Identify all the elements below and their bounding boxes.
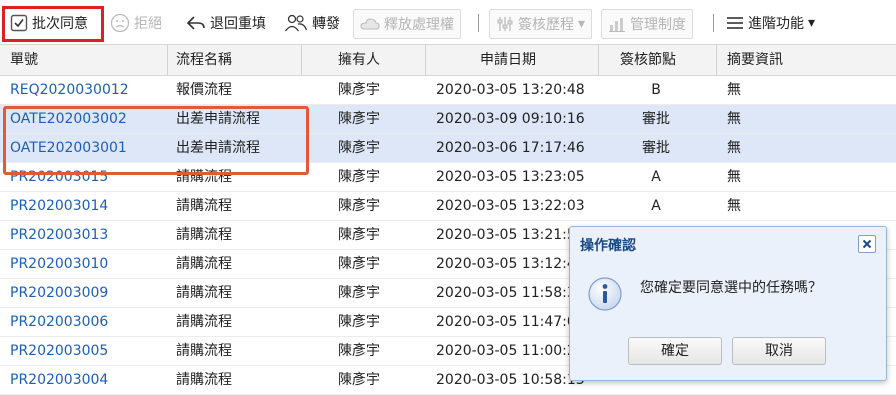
- cell-owner: 陳彥宇: [338, 140, 380, 156]
- cell-date: 2020-03-05 11:58:3: [436, 285, 576, 301]
- cell-node: A: [651, 169, 661, 185]
- highlight-selected-rows: [3, 106, 309, 175]
- cell-flow: 請購流程: [176, 227, 232, 243]
- cell-flow: 請購流程: [176, 314, 232, 330]
- cell-flow: 請購流程: [176, 285, 232, 301]
- toolbar: 批次同意 拒絕 退回重填 轉發 釋放處理權 簽核歷程 ▾ 管理制度 進階功能 ▾: [0, 0, 896, 44]
- cell-summary: 無: [727, 111, 741, 127]
- cell-id[interactable]: PR202003004: [10, 366, 108, 394]
- cell-date: 2020-03-05 11:00:2: [436, 343, 576, 359]
- cell-id[interactable]: REQ2020030012: [10, 76, 129, 104]
- column-divider: [301, 45, 302, 75]
- cell-owner: 陳彥宇: [338, 82, 380, 98]
- cell-owner: 陳彥宇: [338, 314, 380, 330]
- column-divider: [425, 45, 426, 75]
- column-header-summary[interactable]: 摘要資訊: [727, 45, 783, 75]
- column-header-node[interactable]: 簽核節點: [620, 45, 676, 75]
- column-header-owner[interactable]: 擁有人: [338, 45, 380, 75]
- advanced-menu-button[interactable]: 進階功能 ▾: [726, 9, 815, 37]
- chevron-down-icon: ▾: [808, 15, 816, 31]
- close-icon[interactable]: [858, 235, 876, 253]
- management-system-button[interactable]: 管理制度: [601, 9, 693, 39]
- cell-node: 審批: [642, 140, 670, 156]
- cell-id[interactable]: PR202003013: [10, 221, 108, 249]
- users-icon: [284, 13, 308, 33]
- cell-owner: 陳彥宇: [338, 343, 380, 359]
- release-handling-button[interactable]: 釋放處理權: [353, 9, 461, 39]
- sliders-icon: [496, 15, 514, 33]
- cell-flow: 報價流程: [176, 82, 232, 98]
- cell-flow: 請購流程: [176, 372, 232, 388]
- cell-owner: 陳彥宇: [338, 198, 380, 214]
- column-header-flow[interactable]: 流程名稱: [176, 45, 232, 75]
- cell-date: 2020-03-06 17:17:46: [436, 140, 585, 156]
- dialog-message: 您確定要同意選中的任務嗎？: [640, 280, 822, 296]
- cell-owner: 陳彥宇: [338, 372, 380, 388]
- cell-owner: 陳彥宇: [338, 285, 380, 301]
- release-handling-label: 釋放處理權: [384, 17, 454, 33]
- cell-node: B: [651, 82, 661, 98]
- cell-owner: 陳彥宇: [338, 111, 380, 127]
- cell-id[interactable]: PR202003006: [10, 308, 108, 336]
- column-divider: [598, 45, 599, 75]
- cell-date: 2020-03-05 13:12:4: [436, 256, 576, 272]
- column-header-date[interactable]: 申請日期: [480, 45, 536, 75]
- cell-owner: 陳彥宇: [338, 227, 380, 243]
- forward-button[interactable]: 轉發: [284, 9, 340, 37]
- cell-id[interactable]: PR202003005: [10, 337, 108, 365]
- column-divider: [716, 45, 717, 75]
- cell-date: 2020-03-05 13:22:03: [436, 198, 585, 214]
- chevron-down-icon: ▾: [578, 16, 586, 32]
- table-row[interactable]: PR202003014 請購流程 陳彥宇 2020-03-05 13:22:03 A 無: [0, 192, 896, 221]
- cell-flow: 請購流程: [176, 256, 232, 272]
- cell-id[interactable]: PR202003014: [10, 192, 108, 220]
- approval-history-button[interactable]: 簽核歷程 ▾: [489, 9, 593, 39]
- confirm-button[interactable]: 確定: [628, 337, 722, 365]
- cell-date: 2020-03-09 09:10:16: [436, 111, 585, 127]
- return-arrow-icon: [186, 14, 206, 32]
- advanced-label: 進階功能: [748, 16, 804, 32]
- cell-summary: 無: [727, 198, 741, 214]
- reject-label: 拒絕: [134, 16, 162, 32]
- cell-summary: 無: [727, 82, 741, 98]
- cell-date: 2020-03-05 10:58:13: [436, 372, 585, 388]
- cell-node: A: [651, 198, 661, 214]
- cell-owner: 陳彥宇: [338, 169, 380, 185]
- cell-flow: 請購流程: [176, 343, 232, 359]
- highlight-batch-approve: [2, 6, 104, 42]
- confirm-dialog: 操作確認 您確定要同意選中的任務嗎？ 確定 取消: [569, 226, 887, 381]
- cell-owner: 陳彥宇: [338, 256, 380, 272]
- toolbar-divider: [713, 14, 714, 32]
- return-redo-button[interactable]: 退回重填: [186, 9, 266, 37]
- cell-node: 審批: [642, 111, 670, 127]
- grid-header: 單號 流程名稱 擁有人 申請日期 簽核節點 摘要資訊: [0, 44, 896, 76]
- cell-summary: 無: [727, 169, 741, 185]
- cell-date: 2020-03-05 13:21:5: [436, 227, 576, 243]
- cloud-icon: [360, 16, 380, 32]
- table-row[interactable]: REQ2020030012 報價流程 陳彥宇 2020-03-05 13:20:48 B…: [0, 76, 896, 105]
- cell-id[interactable]: PR202003010: [10, 250, 108, 278]
- column-divider: [167, 45, 168, 75]
- bar-chart-icon: [608, 16, 626, 32]
- cell-date: 2020-03-05 11:47:0: [436, 314, 576, 330]
- menu-icon: [726, 16, 744, 30]
- toolbar-divider: [478, 14, 479, 32]
- cell-id[interactable]: PR202003009: [10, 279, 108, 307]
- info-icon: [586, 275, 624, 313]
- cell-summary: 無: [727, 140, 741, 156]
- cell-flow: 請購流程: [176, 198, 232, 214]
- return-redo-label: 退回重填: [210, 16, 266, 32]
- reject-button[interactable]: 拒絕: [110, 9, 162, 37]
- approval-history-label: 簽核歷程: [518, 17, 574, 33]
- cell-date: 2020-03-05 13:20:48: [436, 82, 585, 98]
- cell-date: 2020-03-05 13:23:05: [436, 169, 585, 185]
- cancel-button[interactable]: 取消: [732, 337, 826, 365]
- dialog-title: 操作確認: [580, 238, 636, 254]
- column-header-id[interactable]: 單號: [10, 45, 38, 75]
- sad-face-icon: [110, 13, 130, 33]
- management-system-label: 管理制度: [630, 17, 686, 33]
- forward-label: 轉發: [312, 16, 340, 32]
